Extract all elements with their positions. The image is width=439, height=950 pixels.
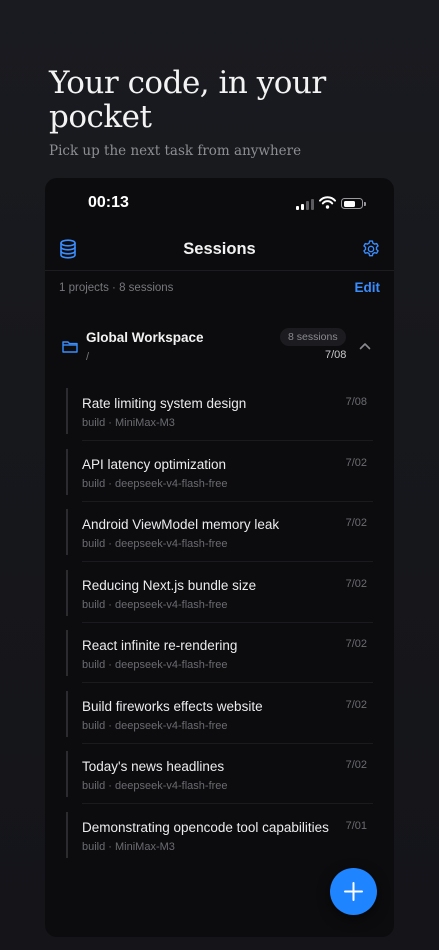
session-indent-bar <box>66 569 68 616</box>
hero-title: Your code, in your pocket <box>49 65 326 135</box>
session-date: 7/08 <box>345 396 367 408</box>
nav-bar: Sessions <box>45 230 394 271</box>
session-title: Rate limiting system design <box>82 396 247 411</box>
session-item[interactable]: Demonstrating opencode tool capabilities… <box>66 804 373 864</box>
battery-icon <box>341 198 363 209</box>
session-item[interactable]: Build fireworks effects website build · … <box>66 683 373 744</box>
edit-button[interactable]: Edit <box>355 280 381 295</box>
session-title: Build fireworks effects website <box>82 698 263 714</box>
session-item[interactable]: Rate limiting system design build · Mini… <box>66 380 373 441</box>
battery-tip <box>364 202 366 206</box>
session-item[interactable]: Android ViewModel memory leak build · de… <box>66 501 373 562</box>
plus-icon <box>344 882 363 901</box>
session-title: Demonstrating opencode tool capabilities <box>82 819 329 835</box>
session-meta: build · deepseek-v4-flash-free <box>82 538 228 550</box>
session-indent-bar <box>66 811 68 858</box>
phone-screen: 00:13 Sessions 1 projects · 8 sessions E… <box>45 178 394 937</box>
status-bar: 00:13 <box>45 178 394 230</box>
gear-icon[interactable] <box>361 239 381 259</box>
session-meta: build · deepseek-v4-flash-free <box>82 477 228 490</box>
session-title: Today's news headlines <box>82 759 225 774</box>
session-indent-bar <box>66 690 68 737</box>
folder-icon <box>62 341 78 353</box>
session-item[interactable]: Reducing Next.js bundle size build · dee… <box>66 562 373 623</box>
session-indent-bar <box>66 448 68 495</box>
session-meta: build · deepseek-v4-flash-free <box>82 719 228 732</box>
session-indent-bar <box>66 509 68 555</box>
hero-subtitle: Pick up the next task from anywhere <box>49 143 302 159</box>
project-date: 7/08 <box>325 349 347 361</box>
session-title: API latency optimization <box>82 456 227 472</box>
session-meta: build · MiniMax-M3 <box>82 417 175 429</box>
status-time: 00:13 <box>88 194 129 211</box>
session-title: Android ViewModel memory leak <box>82 517 280 532</box>
projects-summary: 1 projects · 8 sessions <box>59 282 174 294</box>
nav-title: Sessions <box>183 240 256 258</box>
session-date: 7/02 <box>345 517 367 529</box>
session-indent-bar <box>66 388 68 434</box>
session-date: 7/01 <box>345 819 367 832</box>
session-title: Reducing Next.js bundle size <box>82 577 257 593</box>
project-path: / <box>86 351 90 363</box>
cellular-signal-icon <box>296 199 314 210</box>
session-date: 7/02 <box>345 759 367 771</box>
session-indent-bar <box>66 630 68 676</box>
project-name: Global Workspace <box>86 330 204 345</box>
session-indent-bar <box>66 751 68 797</box>
session-count-badge: 8 sessions <box>280 328 346 346</box>
session-meta: build · deepseek-v4-flash-free <box>82 598 228 611</box>
session-item[interactable]: API latency optimization build · deepsee… <box>66 441 373 502</box>
session-date: 7/02 <box>345 698 367 711</box>
session-item[interactable]: Today's news headlines build · deepseek-… <box>66 743 373 804</box>
session-meta: build · deepseek-v4-flash-free <box>82 780 228 792</box>
chevron-up-icon[interactable] <box>359 342 371 350</box>
session-meta: build · deepseek-v4-flash-free <box>82 659 228 671</box>
session-date: 7/02 <box>345 638 367 650</box>
session-date: 7/02 <box>345 456 367 469</box>
session-title: React infinite re-rendering <box>82 638 238 653</box>
project-group-header[interactable]: Global Workspace / 8 sessions 7/08 <box>45 320 394 372</box>
new-session-button[interactable] <box>330 868 377 915</box>
session-date: 7/02 <box>345 577 367 590</box>
session-meta: build · MiniMax-M3 <box>82 840 175 853</box>
session-item[interactable]: React infinite re-rendering build · deep… <box>66 622 373 683</box>
wifi-icon <box>319 196 336 209</box>
